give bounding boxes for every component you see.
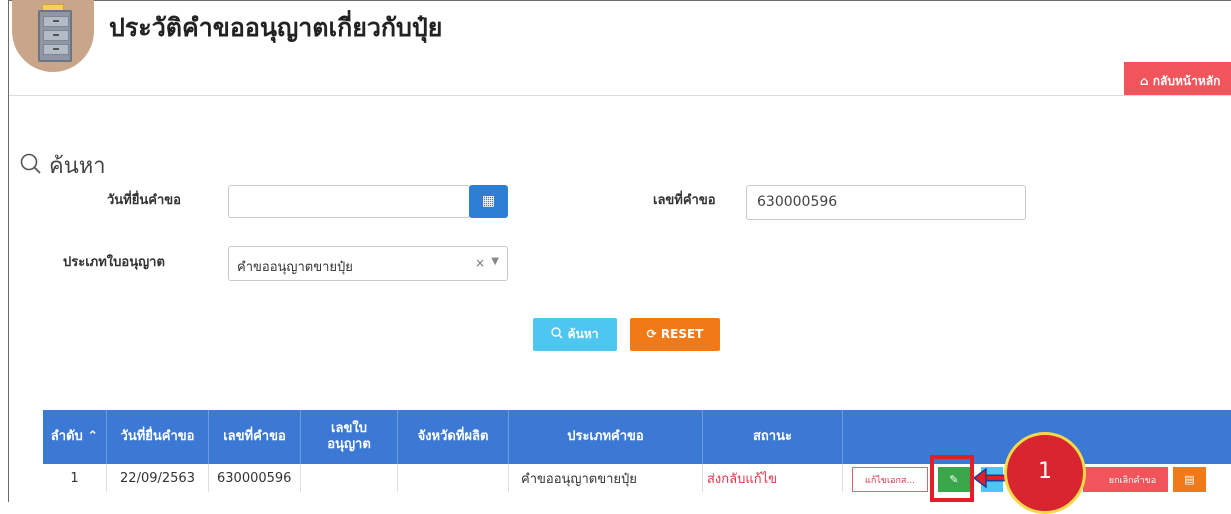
- date-input[interactable]: [228, 185, 470, 218]
- cell-province: [398, 464, 509, 492]
- refresh-icon: ⟳: [646, 327, 657, 341]
- cancel-request-button[interactable]: ยกเลิกคำขอ: [1083, 467, 1168, 492]
- highlight-box: [930, 455, 974, 502]
- cell-index: 1: [43, 464, 107, 492]
- request-no-label: เลขที่คำขอ: [653, 193, 716, 208]
- date-label: วันที่ยื่นคำขอ: [107, 193, 181, 208]
- license-type-select[interactable]: คำขออนุญาตขายปุ๋ย × ▼: [228, 246, 508, 281]
- cell-request-no: 630000596: [209, 464, 301, 492]
- license-type-label: ประเภทใบอนุญาต: [63, 255, 165, 270]
- arrow-icon: [974, 468, 1008, 488]
- col-header-status[interactable]: สถานะ: [703, 410, 843, 464]
- cell-type: คำขออนุญาตขายปุ๋ย: [509, 464, 703, 492]
- page-title: ประวัติคำขออนุญาตเกี่ยวกับปุ๋ย: [109, 13, 443, 42]
- cell-status: ส่งกลับแก้ไข: [703, 464, 843, 492]
- calendar-button[interactable]: ▦: [469, 185, 508, 218]
- list-button[interactable]: ▤: [1173, 467, 1206, 492]
- home-icon: ⌂: [1140, 74, 1153, 88]
- license-type-value: คำขออนุญาตขายปุ๋ย: [237, 260, 353, 275]
- cell-license-no: [301, 464, 398, 492]
- reset-button-label: RESET: [660, 327, 704, 341]
- home-button-label: กลับหน้าหลัก: [1152, 74, 1221, 88]
- search-button-label: ค้นหา: [567, 327, 599, 341]
- col-header-license-no[interactable]: เลขใบ อนุญาต: [301, 410, 398, 464]
- chevron-down-icon: ▼: [491, 256, 499, 267]
- col-header-type[interactable]: ประเภทคำขอ: [509, 410, 703, 464]
- col-header-request-no[interactable]: เลขที่คำขอ: [209, 410, 301, 464]
- request-no-input[interactable]: 630000596: [746, 185, 1026, 220]
- search-icon: [551, 327, 563, 339]
- search-icon: [20, 153, 41, 174]
- search-button[interactable]: ค้นหา: [533, 318, 617, 351]
- sort-icon: ⌃: [87, 429, 99, 445]
- col-header-index[interactable]: ลำดับ ⌃: [43, 410, 107, 464]
- col-header-date[interactable]: วันที่ยื่นคำขอ: [107, 410, 209, 464]
- search-heading: ค้นหา: [20, 148, 106, 183]
- divider: [9, 95, 1231, 96]
- search-heading-label: ค้นหา: [49, 154, 106, 179]
- home-button[interactable]: ⌂ กลับหน้าหลัก: [1124, 62, 1231, 96]
- list-icon: ▤: [1184, 473, 1195, 486]
- col-header-province[interactable]: จังหวัดที่ผลิต: [398, 410, 509, 464]
- cell-date: 22/09/2563: [107, 464, 209, 492]
- edit-documents-button[interactable]: แก้ไขเอกส...: [852, 467, 928, 492]
- calendar-icon: ▦: [481, 193, 496, 209]
- reset-button[interactable]: ⟳ RESET: [630, 318, 720, 351]
- clear-icon[interactable]: ×: [475, 256, 485, 270]
